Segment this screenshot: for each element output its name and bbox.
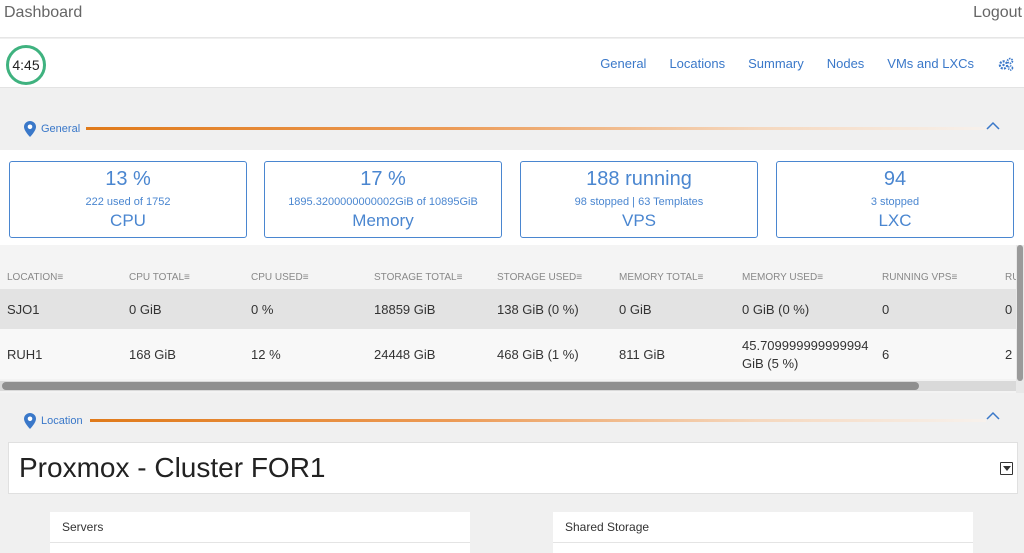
table-cell: 2 [1005, 347, 1013, 362]
summary-cards: 13 % 222 used of 1752 CPU 17 % 1895.3200… [0, 150, 1024, 245]
table-cell: 168 GiB [129, 347, 176, 362]
vps-running: 188 running [586, 168, 692, 190]
general-section-label: General [41, 123, 81, 135]
cpu-detail: 222 used of 1752 [85, 196, 171, 208]
column-header[interactable]: STORAGE TOTAL≡ [374, 272, 462, 283]
table-row[interactable]: SJO1 0 GiB 0 % 18859 GiB 138 GiB (0 %) 0… [0, 289, 1016, 329]
chevron-up-icon[interactable] [986, 411, 1000, 421]
section-divider-line [90, 419, 986, 422]
location-section-header: Location [0, 401, 1024, 441]
shared-storage-panel-title: Shared Storage [565, 520, 650, 534]
cluster-selector[interactable]: Proxmox - Cluster FOR1 [8, 442, 1018, 494]
gears-icon[interactable] [998, 57, 1014, 71]
column-header[interactable]: MEMORY TOTAL≡ [619, 272, 703, 283]
panel-divider [553, 542, 973, 543]
table-cell: 24448 GiB [374, 347, 436, 362]
table-header: LOCATION≡ CPU TOTAL≡ CPU USED≡ STORAGE T… [0, 245, 1019, 289]
top-bar: Dashboard Logout [0, 0, 1024, 38]
vps-detail: 98 stopped | 63 Templates [574, 196, 704, 208]
nav-summary[interactable]: Summary [748, 56, 804, 71]
locations-table: LOCATION≡ CPU TOTAL≡ CPU USED≡ STORAGE T… [0, 245, 1024, 393]
section-divider-line [86, 127, 986, 130]
table-row[interactable]: RUH1 168 GiB 12 % 24448 GiB 468 GiB (1 %… [0, 329, 1016, 379]
column-header[interactable]: CPU TOTAL≡ [129, 272, 190, 283]
table-cell: SJO1 [7, 302, 40, 317]
vertical-scrollbar[interactable] [1016, 245, 1024, 393]
table-cell: 0 [1005, 302, 1013, 317]
vps-card: 188 running 98 stopped | 63 Templates VP… [520, 161, 758, 238]
cpu-percent: 13 % [105, 168, 151, 190]
table-cell: 6 [882, 347, 890, 362]
table-cell: 45.709999999999994 GiB (5 %) [742, 338, 869, 371]
table-cell: 0 GiB [129, 302, 162, 317]
logout-link[interactable]: Logout [973, 4, 1022, 22]
chevron-up-icon[interactable] [986, 121, 1000, 131]
table-cell: 12 % [251, 347, 281, 362]
dropdown-icon[interactable] [1000, 462, 1013, 475]
lxc-count: 94 [883, 168, 907, 190]
general-section-header: General [0, 108, 1024, 148]
column-header[interactable]: STORAGE USED≡ [497, 272, 582, 283]
table-cell: 138 GiB (0 %) [497, 302, 579, 317]
location-section-label: Location [41, 415, 83, 427]
table-cell: 0 % [251, 302, 274, 317]
table-cell: 0 [882, 302, 890, 317]
app-title[interactable]: Dashboard [4, 4, 82, 22]
vps-label: VPS [621, 211, 657, 230]
table-cell: 468 GiB (1 %) [497, 347, 579, 362]
cpu-label: CPU [110, 211, 146, 230]
panel-divider [50, 542, 470, 543]
nav-locations[interactable]: Locations [669, 56, 725, 71]
column-header[interactable]: RUNNING VPS≡ [882, 272, 957, 283]
horizontal-scrollbar-thumb[interactable] [2, 382, 919, 390]
vertical-scrollbar-thumb[interactable] [1017, 245, 1023, 381]
table-cell: RUH1 [7, 347, 43, 362]
session-timer: 4:45 [6, 45, 46, 85]
servers-panel: Servers [50, 512, 470, 553]
column-header[interactable]: CPU USED≡ [251, 272, 309, 283]
cluster-title: Proxmox - Cluster FOR1 [19, 452, 326, 483]
lxc-card: 94 3 stopped LXC [776, 161, 1014, 238]
shared-storage-panel: Shared Storage [553, 512, 973, 553]
map-pin-icon [24, 413, 36, 429]
memory-label: Memory [352, 211, 414, 230]
table-cell: 811 GiB [619, 347, 666, 362]
table-cell: 0 GiB (0 %) [742, 302, 810, 317]
memory-detail: 1895.3200000000002GiB of 10895GiB [288, 196, 478, 208]
cpu-card: 13 % 222 used of 1752 CPU [9, 161, 247, 238]
nav-general[interactable]: General [600, 56, 646, 71]
table-cell: 0 GiB [619, 302, 652, 317]
column-header[interactable]: MEMORY USED≡ [742, 272, 823, 283]
table-cell: 18859 GiB [374, 302, 436, 317]
memory-percent: 17 % [360, 168, 406, 190]
lxc-label: LXC [878, 211, 912, 230]
servers-panel-title: Servers [62, 520, 104, 534]
nav-vms-and-lxcs[interactable]: VMs and LXCs [887, 56, 974, 71]
memory-card: 17 % 1895.3200000000002GiB of 10895GiB M… [264, 161, 502, 238]
column-header[interactable]: LOCATION≡ [7, 272, 63, 283]
nav-nodes[interactable]: Nodes [827, 56, 865, 71]
lxc-detail: 3 stopped [870, 196, 920, 208]
horizontal-scrollbar[interactable] [0, 381, 1016, 391]
map-pin-icon [24, 121, 36, 137]
nav-bar: 4:45 General Locations Summary Nodes VMs… [0, 39, 1024, 88]
nav-links: General Locations Summary Nodes VMs and … [577, 56, 1014, 71]
